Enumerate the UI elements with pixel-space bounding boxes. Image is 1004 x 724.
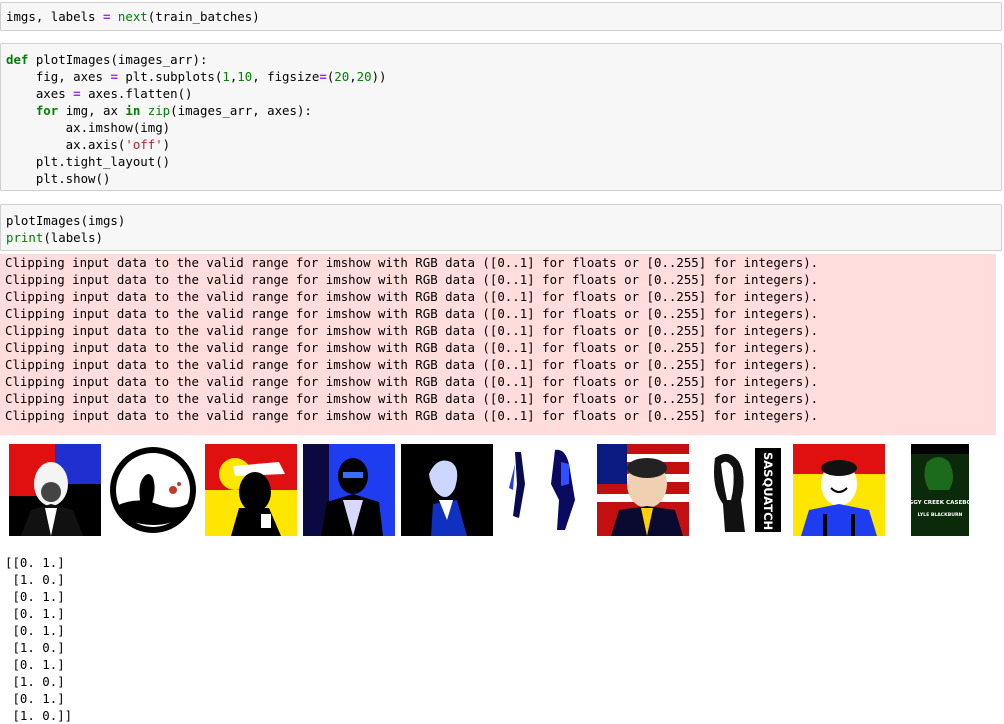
cell-3-line-1: plotImages(imgs) [6, 213, 126, 228]
stderr-line: Clipping input data to the valid range f… [5, 289, 819, 304]
thumbnail-image-2 [107, 444, 199, 536]
cell-2-line-3: axes = axes.flatten() [6, 86, 193, 101]
thumbnail-image-6 [499, 444, 591, 536]
figure-output: SASQUATCH BOGGY CREEK CASEBOOK LYLE BLAC… [9, 444, 989, 537]
thumbnail-image-3 [205, 444, 297, 536]
cell-1-line: imgs, labels = next(train_batches) [6, 9, 260, 24]
thumbnail-image-10: BOGGY CREEK CASEBOOK LYLE BLACKBURN [893, 444, 985, 536]
stdout-output: [[0. 1.] [1. 0.] [0. 1.] [0. 1.] [0. 1.]… [5, 554, 72, 724]
stdout-line: [0. 1.] [5, 623, 65, 638]
stderr-line: Clipping input data to the valid range f… [5, 306, 819, 321]
stdout-line: [1. 0.] [5, 572, 65, 587]
book-author-text: LYLE BLACKBURN [918, 512, 963, 518]
cell-2-line-6: ax.axis('off') [6, 137, 171, 152]
cell-1-source[interactable]: imgs, labels = next(train_batches) [1, 3, 1001, 32]
stderr-line: Clipping input data to the valid range f… [5, 272, 819, 287]
cell-2-line-2: fig, axes = plt.subplots(1,10, figsize=(… [6, 69, 387, 84]
code-cell-2[interactable]: def plotImages(images_arr): fig, axes = … [0, 43, 1002, 191]
thumbnail-image-5 [401, 444, 493, 536]
stdout-line: [0. 1.] [5, 657, 65, 672]
cell-3-line-2: print(labels) [6, 230, 103, 245]
code-cell-1[interactable]: imgs, labels = next(train_batches) [0, 2, 1002, 31]
thumbnail-image-7 [597, 444, 689, 536]
stderr-output: Clipping input data to the valid range f… [0, 254, 996, 435]
stdout-line: [0. 1.] [5, 691, 65, 706]
stdout-line: [[0. 1.] [5, 555, 65, 570]
cell-2-source[interactable]: def plotImages(images_arr): fig, axes = … [1, 44, 1001, 194]
sasquatch-text: SASQUATCH [761, 452, 775, 530]
stderr-line: Clipping input data to the valid range f… [5, 323, 819, 338]
stderr-line: Clipping input data to the valid range f… [5, 340, 819, 355]
cell-3-source[interactable]: plotImages(imgs) print(labels) [1, 205, 1001, 253]
stderr-line: Clipping input data to the valid range f… [5, 357, 819, 372]
cell-2-line-7: plt.tight_layout() [6, 154, 171, 169]
code-cell-3[interactable]: plotImages(imgs) print(labels) [0, 204, 1002, 251]
stdout-line: [0. 1.] [5, 606, 65, 621]
stdout-line: [1. 0.]] [5, 708, 73, 723]
thumbnail-image-1 [9, 444, 101, 536]
cell-2-line-8: plt.show() [6, 171, 111, 186]
stderr-line: Clipping input data to the valid range f… [5, 408, 819, 423]
stderr-line: Clipping input data to the valid range f… [5, 374, 819, 389]
cell-2-line-4: for img, ax in zip(images_arr, axes): [35, 103, 312, 118]
thumbnail-image-9 [793, 444, 885, 536]
cell-2-line-1: def plotImages(images_arr): [6, 52, 208, 67]
stdout-line: [1. 0.] [5, 674, 65, 689]
thumbnail-image-8: SASQUATCH [695, 444, 787, 536]
cell-2-line-5: ax.imshow(img) [6, 120, 171, 135]
stderr-line: Clipping input data to the valid range f… [5, 255, 819, 270]
stdout-line: [1. 0.] [5, 640, 65, 655]
stdout-line: [0. 1.] [5, 589, 65, 604]
book-title-text: BOGGY CREEK CASEBOOK [900, 500, 981, 506]
thumbnail-image-4 [303, 444, 395, 536]
stderr-line: Clipping input data to the valid range f… [5, 391, 819, 406]
